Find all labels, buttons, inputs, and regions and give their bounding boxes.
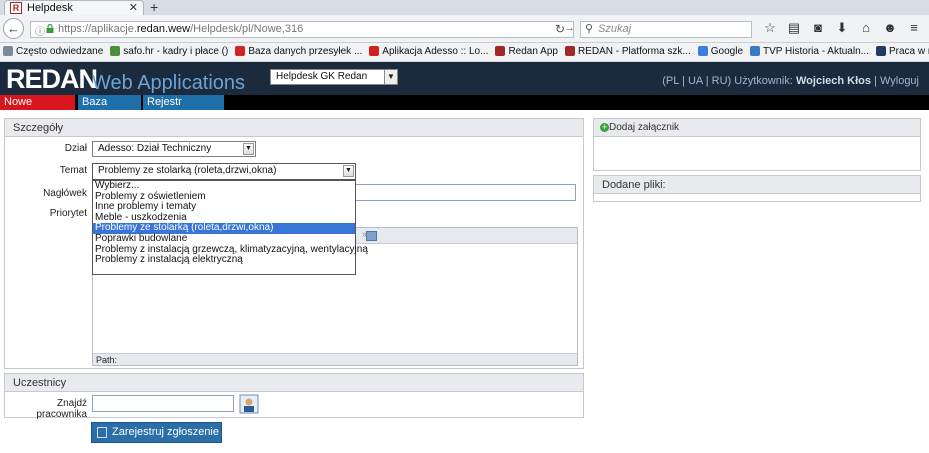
bookmark-label: Aplikacja Adesso :: Lo...: [382, 46, 489, 57]
bookmark-favicon-icon: [875, 46, 886, 57]
star-icon[interactable]: ☆: [760, 20, 780, 36]
chevron-down-icon[interactable]: ▼: [384, 70, 397, 84]
bookmark-item[interactable]: Google: [697, 43, 744, 60]
url-text: https://aplikacje.redan.wew/Helpdesk/pl/…: [58, 23, 304, 35]
add-attachment-link[interactable]: Dodaj załącznik: [609, 122, 679, 133]
menu-knowledge-base[interactable]: Baza wiedzy: [78, 95, 141, 123]
workspace-value: Helpdesk GK Redan: [276, 71, 368, 82]
user-name: Wojciech Kłos: [796, 75, 871, 87]
temat-option[interactable]: Problemy z instalacją elektryczną: [93, 255, 355, 266]
bookmarks-bar: Często odwiedzane safo.hr - kadry i płace…: [0, 43, 929, 62]
close-tab-icon[interactable]: ✕: [129, 1, 138, 14]
temat-option[interactable]: Poprawki budowlane: [93, 233, 355, 245]
lang-ua[interactable]: UA: [688, 75, 703, 87]
chevron-down-icon[interactable]: ▼: [243, 143, 254, 155]
details-title: Szczegóły: [5, 119, 583, 137]
bookmark-label: Redan App: [508, 46, 558, 57]
added-files-title: Dodane pliki:: [594, 176, 920, 194]
browser-tab[interactable]: R Helpdesk ✕: [4, 0, 144, 15]
bookmark-item[interactable]: Praca w niedziele i świ...: [875, 43, 929, 60]
bookmark-item[interactable]: Często odwiedzane: [3, 43, 103, 60]
temat-dropdown-list[interactable]: Wybierz... Problemy z oświetleniem Inne pr…: [92, 180, 368, 275]
redan-favicon-icon: R: [10, 2, 22, 14]
menu-icon[interactable]: ≡: [904, 20, 924, 35]
employee-picker-icon[interactable]: [239, 394, 259, 414]
go-arrow-icon[interactable]: →: [564, 22, 575, 34]
bookmark-favicon-icon: [369, 46, 380, 57]
dzial-select[interactable]: Adesso: Dział Techniczny ▼: [92, 141, 256, 157]
search-placeholder: Szukaj: [598, 23, 632, 35]
bookmark-favicon-icon: [235, 46, 246, 57]
new-tab-button[interactable]: +: [150, 0, 158, 15]
temat-select[interactable]: Problemy ze stolarką (roleta,drzwi,okna)…: [92, 163, 356, 180]
bookmark-item[interactable]: Redan App: [495, 43, 558, 60]
bookmark-favicon-icon: [495, 46, 506, 57]
back-arrow-icon[interactable]: ←: [3, 18, 24, 39]
priorytet-label: Priorytet: [49, 208, 87, 219]
register-ticket-button[interactable]: Zarejestruj zgłoszenie: [91, 422, 222, 443]
bookmark-item[interactable]: Aplikacja Adesso :: Lo...: [369, 43, 488, 60]
reading-list-icon[interactable]: ▤: [784, 20, 804, 36]
home-icon[interactable]: ⌂: [856, 20, 876, 35]
added-files-panel: Dodane pliki:: [593, 175, 921, 202]
image-icon[interactable]: [366, 231, 377, 241]
bookmark-item[interactable]: TVP Historia - Aktualn...: [750, 43, 869, 60]
temat-option[interactable]: Wybierz...: [93, 180, 355, 192]
bookmark-label: TVP Historia - Aktualn...: [763, 46, 869, 57]
dzial-label: Dział: [64, 143, 87, 154]
redan-logo: REDAN: [6, 64, 98, 94]
bookmark-item[interactable]: Baza danych przesyłek ...: [235, 43, 362, 60]
bookmark-favicon-icon: [750, 46, 761, 57]
chevron-down-icon[interactable]: ▼: [343, 165, 354, 177]
search-bar[interactable]: ⚲ Szukaj: [580, 21, 752, 38]
editor-path: Path:: [93, 353, 577, 365]
bookmark-item[interactable]: REDAN - Platforma szk...: [564, 43, 691, 60]
download-icon[interactable]: ⬇: [832, 20, 852, 36]
temat-value: Problemy ze stolarką (roleta,drzwi,okna): [98, 165, 277, 176]
participants-panel: Uczestnicy: [4, 373, 584, 418]
dzial-value: Adesso: Dział Techniczny: [98, 143, 212, 154]
register-icon: [97, 427, 107, 438]
bookmark-favicon-icon: [110, 46, 121, 57]
bookmark-label: Baza danych przesyłek ...: [248, 46, 363, 57]
lock-icon: [46, 24, 54, 33]
chat-icon[interactable]: ☻: [880, 20, 900, 35]
temat-label: Temat: [59, 165, 87, 176]
bookmark-favicon-icon: [697, 46, 708, 57]
separator-icon: »: [361, 229, 367, 239]
bookmark-item[interactable]: safo.hr - kadry i płace (): [110, 43, 228, 60]
search-icon: ⚲: [585, 23, 594, 35]
bookmark-label: Praca w niedziele i świ...: [888, 46, 929, 57]
participants-title: Uczestnicy: [5, 374, 583, 392]
add-icon[interactable]: +: [600, 122, 609, 132]
find-employee-input[interactable]: [92, 395, 234, 412]
bookmark-label: REDAN - Platforma szk...: [577, 46, 691, 57]
pocket-icon[interactable]: ◙: [808, 20, 828, 35]
bookmark-label: safo.hr - kadry i płace (): [123, 46, 229, 57]
naglowek-label: Nagłówek: [43, 188, 87, 199]
user-line: (PL | UA | RU) Użytkownik: Wojciech Kłos…: [662, 75, 919, 87]
bookmark-favicon-icon: [3, 46, 13, 57]
find-employee-label: Znajdź pracownika: [36, 398, 87, 420]
toolbar-icons: ☆ ▤ ◙ ⬇ ⌂ ☻ ≡: [760, 20, 928, 38]
user-label: Użytkownik:: [734, 75, 793, 87]
bookmark-label: Google: [710, 46, 744, 57]
add-attachment-bar: + Dodaj załącznik: [594, 119, 920, 137]
logout-link[interactable]: Wyloguj: [880, 75, 919, 87]
info-icon[interactable]: ⓘ: [35, 23, 45, 38]
menu-ticket-register[interactable]: Rejestr zgłoszeń: [143, 95, 224, 123]
lang-ru[interactable]: RU: [712, 75, 728, 87]
lang-pl[interactable]: PL: [666, 75, 679, 87]
menu-new-ticket[interactable]: Nowe zgłoszenie: [0, 95, 75, 123]
logo-subtitle: Web Applications: [92, 72, 246, 94]
workspace-select[interactable]: Helpdesk GK Redan ▼: [270, 69, 398, 85]
bookmark-favicon-icon: [564, 46, 575, 57]
bookmark-label: Często odwiedzane: [16, 46, 104, 57]
url-bar[interactable]: ⓘ https://aplikacje.redan.wew/Helpdesk/p…: [30, 21, 575, 38]
attachments-panel: + Dodaj załącznik: [593, 118, 921, 171]
tab-title: Helpdesk: [27, 2, 73, 14]
